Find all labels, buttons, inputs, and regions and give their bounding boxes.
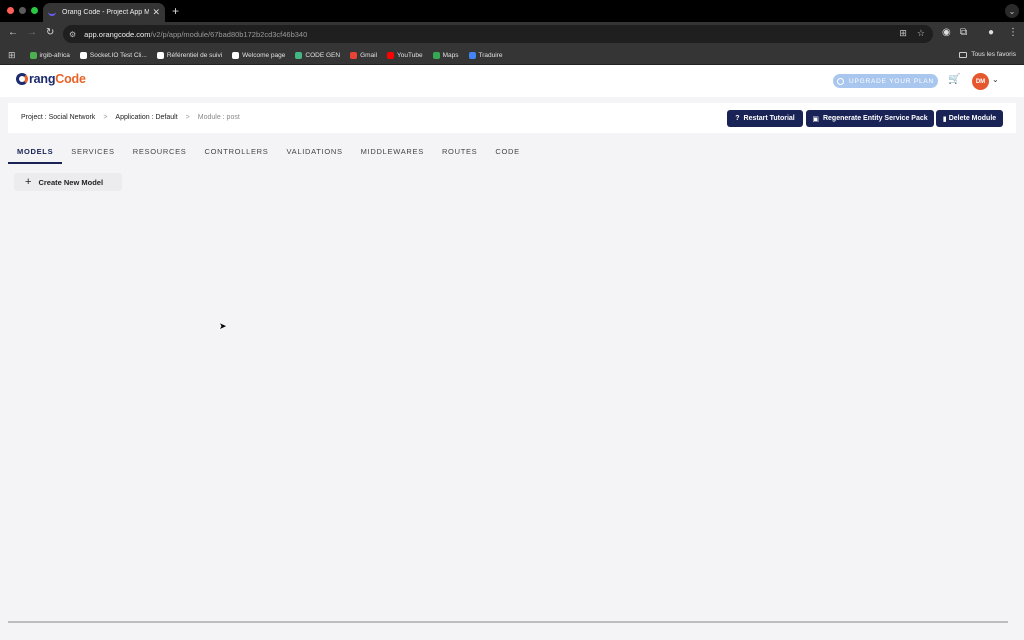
close-window-button[interactable] [7, 7, 14, 14]
bookmark-favicon-icon [387, 51, 395, 59]
bookmark-favicon-icon [232, 51, 240, 59]
tab-models[interactable]: MODELS [8, 143, 63, 164]
tab-routes[interactable]: ROUTES [433, 143, 486, 164]
logo-text-rang: rang [29, 72, 56, 86]
logo-text-code: Code [55, 72, 86, 86]
browser-tab[interactable]: Orang Code - Project App M ✕ [43, 3, 165, 22]
bookmark-item[interactable]: Traduire [468, 51, 503, 59]
bookmarks-bar: ⊞ irgib-africa Socket.IO Test Cli... Référ… [0, 46, 1024, 65]
upgrade-icon [837, 77, 844, 85]
module-tabs: MODELS SERVICES RESOURCES CONTROLLERS VALIDA… [8, 143, 529, 165]
trash-icon: ▮ [942, 115, 947, 123]
delete-module-label: Delete Module [948, 115, 997, 122]
profile-icon[interactable]: ● [988, 27, 994, 38]
bookmark-star-icon[interactable]: ☆ [917, 28, 925, 39]
tab-middlewares[interactable]: MIDDLEWARES [352, 143, 433, 164]
breadcrumb-separator: > [185, 114, 190, 121]
url-host: app.orangcode.com [84, 29, 151, 39]
browser-menu-icon[interactable]: ⋮ [1008, 27, 1018, 38]
bookmark-label: Référentiel de suivi [166, 51, 223, 59]
restart-tutorial-button[interactable]: ? Restart Tutorial [727, 110, 803, 127]
create-new-model-label: Create New Model [38, 177, 104, 187]
tab-code[interactable]: CODE [486, 143, 528, 164]
bookmark-favicon-icon [350, 51, 358, 59]
upgrade-plan-button[interactable]: UPGRADE YOUR PLAN [833, 74, 938, 88]
avatar[interactable]: DM [972, 73, 989, 90]
translate-icon[interactable]: ⊞ [899, 28, 907, 39]
bookmark-favicon-icon [156, 51, 164, 59]
bookmark-label: Maps [442, 51, 459, 59]
folder-icon [959, 51, 968, 58]
browser-tab-strip: Orang Code - Project App M ✕ + ⌄ [0, 0, 1024, 22]
forward-icon[interactable]: → [27, 27, 37, 38]
mouse-cursor-icon: ➤ [219, 321, 227, 331]
bookmark-label: YouTube [397, 51, 423, 59]
all-bookmarks[interactable]: Tous les favoris [959, 51, 1016, 58]
regenerate-icon: ▣ [812, 115, 819, 123]
new-tab-icon[interactable]: + [172, 4, 179, 18]
maximize-window-button[interactable] [31, 7, 38, 14]
breadcrumb-project[interactable]: Project : Social Network [21, 114, 95, 121]
bookmark-favicon-icon [432, 51, 440, 59]
tab-title: Orang Code - Project App M [62, 9, 150, 16]
restart-tutorial-label: Restart Tutorial [743, 115, 795, 122]
browser-toolbar: ← → ↻ ⚙ app.orangcode.com /v2/p/app/modu… [0, 22, 1024, 46]
tab-controllers[interactable]: CONTROLLERS [196, 143, 278, 164]
bookmark-favicon-icon [29, 51, 37, 59]
bookmark-label: Gmail [360, 51, 378, 59]
bookmark-label: Welcome page [242, 51, 286, 59]
breadcrumb: Project : Social Network > Application :… [21, 114, 240, 121]
all-bookmarks-label: Tous les favoris [971, 51, 1016, 58]
app-header: rang Code UPGRADE YOUR PLAN 🛒 DM ⌄ [0, 65, 1024, 97]
bookmark-item[interactable]: irgib-africa [29, 51, 70, 59]
reload-icon[interactable]: ↻ [46, 27, 54, 38]
bookmark-item[interactable]: CODE GEN [295, 51, 341, 59]
minimize-window-button[interactable] [19, 7, 26, 14]
bookmark-favicon-icon [79, 51, 87, 59]
bookmark-item[interactable]: Welcome page [232, 51, 286, 59]
close-tab-icon[interactable]: ✕ [152, 7, 160, 18]
help-circle-icon: ? [735, 115, 740, 122]
bookmark-label: Traduire [478, 51, 503, 59]
breadcrumb-module: Module : post [197, 114, 240, 121]
bookmark-item[interactable]: YouTube [387, 51, 423, 59]
bookmark-item[interactable]: Socket.IO Test Cli... [79, 51, 147, 59]
cart-icon[interactable]: 🛒 [948, 74, 960, 85]
delete-module-button[interactable]: ▮ Delete Module [936, 110, 1003, 127]
extensions-puzzle-icon[interactable]: ⧉ [960, 27, 967, 38]
bookmark-label: CODE GEN [305, 51, 341, 59]
tab-validations[interactable]: VALIDATIONS [277, 143, 351, 164]
bookmark-favicon-icon [468, 51, 476, 59]
tab-resources[interactable]: RESOURCES [124, 143, 196, 164]
tab-search-icon[interactable]: ⌄ [1005, 4, 1019, 18]
breadcrumb-application[interactable]: Application : Default [115, 114, 177, 121]
bookmark-label: irgib-africa [39, 51, 70, 59]
address-bar[interactable]: ⚙ app.orangcode.com /v2/p/app/module/67b… [63, 25, 933, 43]
breadcrumb-bar: Project : Social Network > Application :… [8, 103, 1016, 133]
bottom-divider [8, 621, 1008, 623]
breadcrumb-separator: > [103, 114, 108, 121]
upgrade-label: UPGRADE YOUR PLAN [849, 77, 934, 85]
site-info-icon[interactable]: ⚙ [69, 30, 76, 39]
plus-icon: + [25, 176, 32, 188]
bookmark-favicon-icon [295, 51, 303, 59]
bookmark-item[interactable]: Gmail [350, 51, 378, 59]
tab-services[interactable]: SERVICES [62, 143, 123, 164]
url-path: /v2/p/app/module/67bad80b172b2cd3cf46b34… [150, 29, 308, 39]
bookmark-item[interactable]: Maps [432, 51, 459, 59]
regenerate-service-pack-button[interactable]: ▣ Regenerate Entity Service Pack [806, 110, 934, 127]
bookmark-label: Socket.IO Test Cli... [89, 51, 147, 59]
chevron-down-icon[interactable]: ⌄ [992, 75, 999, 84]
regenerate-label: Regenerate Entity Service Pack [822, 115, 928, 122]
apps-grid-icon[interactable]: ⊞ [8, 50, 16, 61]
bookmark-item[interactable]: Référentiel de suivi [156, 51, 223, 59]
back-icon[interactable]: ← [8, 27, 18, 38]
create-new-model-button[interactable]: + Create New Model [14, 173, 122, 191]
orangcode-logo[interactable]: rang Code [16, 72, 86, 86]
tab-favicon-icon [48, 11, 56, 16]
extension-icon[interactable]: ◉ [942, 27, 951, 38]
logo-mark-icon [16, 73, 28, 85]
